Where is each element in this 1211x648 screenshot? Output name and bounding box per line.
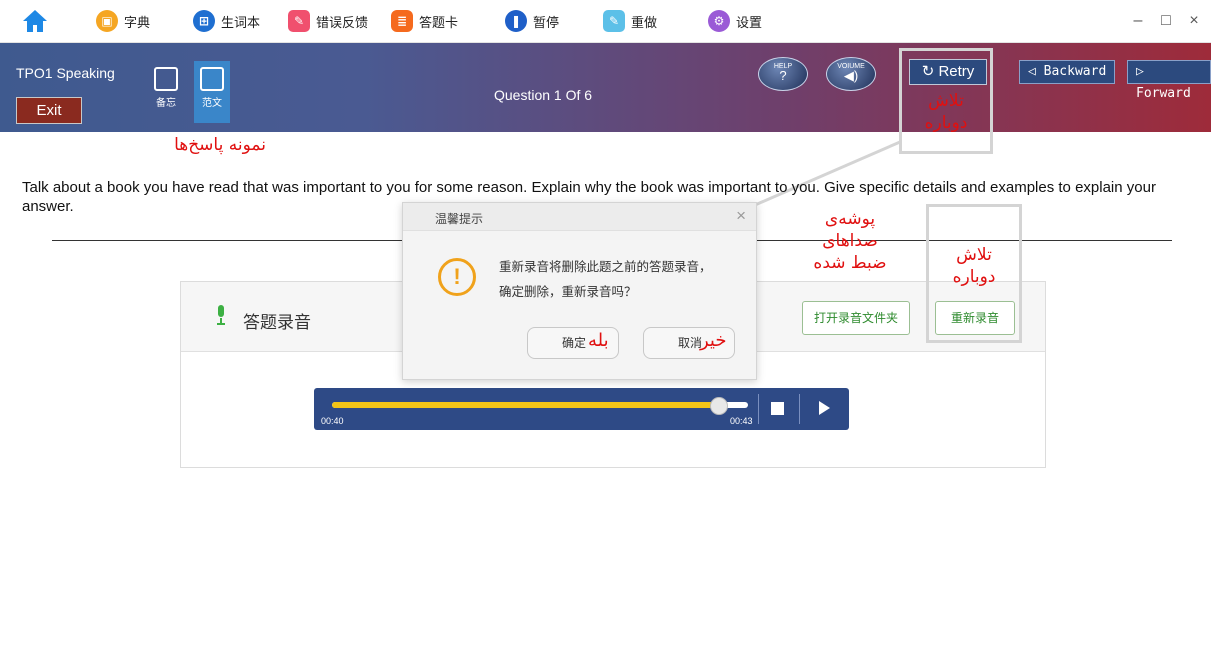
progress-fill bbox=[332, 402, 719, 408]
progress-track[interactable] bbox=[332, 402, 748, 408]
open-recordings-folder-button[interactable]: 打开录音文件夹 bbox=[802, 301, 910, 335]
cancel-annotation: خیر bbox=[700, 330, 727, 351]
microphone-icon bbox=[217, 305, 225, 325]
progress-knob[interactable] bbox=[709, 397, 728, 415]
confirm-annotation: بله bbox=[588, 330, 609, 351]
dialog-close-icon[interactable]: × bbox=[736, 206, 746, 226]
player-separator bbox=[799, 394, 800, 424]
confirm-label: 确定 bbox=[562, 336, 587, 350]
total-time: 00:43 bbox=[730, 416, 753, 426]
cancel-label: 取消 bbox=[678, 336, 703, 350]
recordings-annotation-line1: پوشه‌ی bbox=[824, 209, 876, 229]
dialog-confirm-button[interactable]: 确定 بله bbox=[527, 327, 619, 359]
dialog-header: 温馨提示 × bbox=[403, 203, 756, 231]
recordings-annotation-line2: صداهای bbox=[822, 231, 878, 251]
stop-button[interactable] bbox=[771, 402, 784, 415]
player-separator bbox=[758, 394, 759, 424]
recordings-annotation-line3: ضبط شده bbox=[813, 253, 887, 273]
warning-icon: ! bbox=[438, 258, 476, 296]
dialog-message-line2: 确定删除，重新录音吗？ bbox=[499, 285, 637, 299]
rerecord-annotation-text: تلاش دوباره bbox=[926, 244, 1022, 288]
confirm-dialog: 温馨提示 × ! 重新录音将删除此题之前的答题录音， 确定删除，重新录音吗？ 确… bbox=[402, 202, 757, 380]
rerecord-annotation-line2: دوباره bbox=[952, 267, 996, 287]
recording-title: 答题录音 bbox=[243, 313, 311, 332]
dialog-title: 温馨提示 bbox=[435, 212, 484, 226]
dialog-message-line1: 重新录音将删除此题之前的答题录音， bbox=[499, 260, 712, 274]
current-time: 00:40 bbox=[321, 416, 344, 426]
dialog-cancel-button[interactable]: 取消 خیر bbox=[643, 327, 735, 359]
rerecord-annotation-line1: تلاش bbox=[956, 245, 992, 265]
recordings-folder-annotation: پوشه‌ی صداهای ضبط شده bbox=[800, 208, 900, 274]
play-button[interactable] bbox=[819, 401, 830, 415]
dialog-message: 重新录音将删除此题之前的答题录音， 确定删除，重新录音吗？ bbox=[499, 255, 749, 305]
audio-player: 00:40 00:43 bbox=[314, 388, 849, 430]
